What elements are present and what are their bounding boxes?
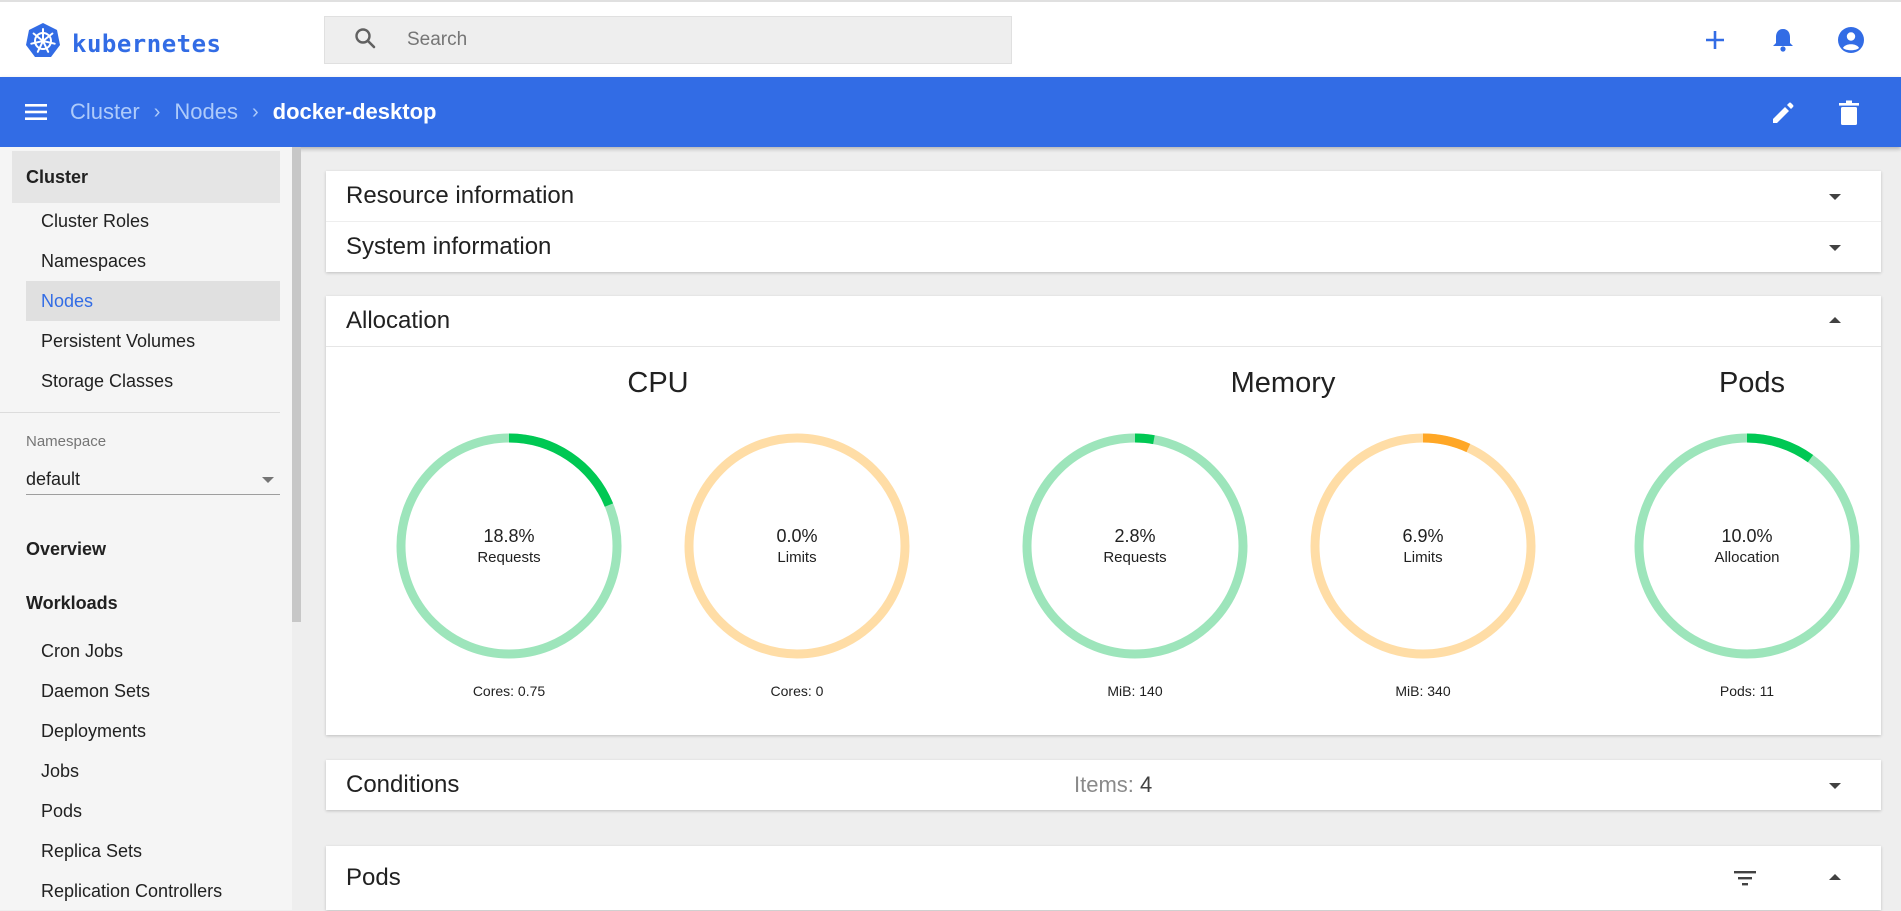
nav-actions [1769, 99, 1863, 127]
conditions-card: Conditions Items: 4 [326, 760, 1881, 810]
namespace-value: default [26, 469, 81, 489]
breadcrumb-cluster[interactable]: Cluster [70, 99, 140, 125]
conditions-items-count: Items: 4 [1074, 772, 1152, 798]
info-card: Resource information System information [326, 171, 1881, 272]
sidebar-item-storage-classes[interactable]: Storage Classes [26, 361, 280, 401]
gauge-label: Requests [477, 549, 541, 566]
sidebar-item-deployments[interactable]: Deployments [26, 711, 280, 751]
sidebar-scrollbar[interactable] [292, 147, 301, 622]
items-count-value: 4 [1140, 772, 1153, 797]
search-bar[interactable] [324, 16, 1012, 64]
sidebar-item-replication-controllers[interactable]: Replication Controllers [26, 871, 280, 911]
sidebar-item-jobs[interactable]: Jobs [26, 751, 280, 791]
items-label: Items: [1074, 772, 1134, 797]
gauge-footer: Cores: 0 [770, 683, 824, 699]
app-name: kubernetes [72, 29, 222, 58]
collapse-icon[interactable] [1829, 874, 1841, 880]
conditions-title: Conditions [346, 771, 460, 798]
gauge-percent: 0.0% [776, 526, 818, 546]
sidebar-divider [0, 412, 280, 413]
pods-group-title: Pods [1718, 367, 1786, 399]
sidebar-section-cluster[interactable]: Cluster [12, 151, 280, 203]
resource-information-title: Resource information [346, 182, 575, 209]
gauge-pods-allocation: 10.0% Allocation Pods: 11 [1632, 431, 1862, 699]
gauge-label: Limits [1403, 549, 1443, 566]
gauge-footer: Cores: 0.75 [472, 683, 546, 699]
delete-icon[interactable] [1835, 99, 1863, 127]
allocation-title: Allocation [346, 307, 451, 334]
namespace-label: Namespace [26, 433, 107, 450]
gauge-label: Allocation [1714, 549, 1780, 566]
edit-icon[interactable] [1769, 99, 1797, 127]
gauge-cpu-requests: 18.8% Requests Cores: 0.75 [394, 431, 624, 699]
sidebar-item-cluster-roles[interactable]: Cluster Roles [26, 201, 280, 241]
sidebar-item-pods[interactable]: Pods [26, 791, 280, 831]
menu-icon[interactable] [22, 98, 50, 126]
gauge-cpu-limits: 0.0% Limits Cores: 0 [682, 431, 912, 699]
cpu-group-title: CPU [627, 367, 689, 399]
allocation-body: CPU Memory Pods 18.8% Requests Cores: 0.… [326, 346, 1881, 735]
filter-icon[interactable] [1733, 867, 1757, 896]
system-information-header[interactable]: System information [326, 222, 1881, 272]
top-actions [1701, 26, 1865, 54]
account-icon[interactable] [1837, 26, 1865, 54]
search-input[interactable] [405, 28, 969, 52]
memory-group-title: Memory [1230, 367, 1336, 399]
chevron-right-icon: › [153, 100, 161, 123]
expand-icon[interactable] [1829, 245, 1841, 251]
expand-icon[interactable] [1829, 194, 1841, 200]
breadcrumb: Cluster › Nodes › docker-desktop [70, 77, 436, 147]
sidebar-item-daemon-sets[interactable]: Daemon Sets [26, 671, 280, 711]
app-logo[interactable]: kubernetes [24, 22, 222, 65]
namespace-select[interactable]: default [26, 465, 280, 495]
kubernetes-logo-icon [24, 22, 62, 65]
gauge-percent: 18.8% [483, 526, 535, 546]
pods-title: Pods [346, 864, 401, 891]
gauge-percent: 6.9% [1402, 526, 1444, 546]
sidebar-item-overview[interactable]: Overview [26, 539, 106, 560]
sidebar-item-replica-sets[interactable]: Replica Sets [26, 831, 280, 871]
top-bar: kubernetes [0, 0, 1901, 77]
collapse-icon[interactable] [1829, 317, 1841, 323]
breadcrumb-current: docker-desktop [272, 99, 437, 124]
gauge-memory-requests: 2.8% Requests MiB: 140 [1020, 431, 1250, 699]
search-icon [325, 26, 377, 55]
allocation-card: Allocation CPU Memory Pods 18.8% Request… [326, 296, 1881, 735]
gauge-percent: 10.0% [1721, 526, 1773, 546]
sidebar-item-namespaces[interactable]: Namespaces [26, 241, 280, 281]
pods-card: Pods [326, 846, 1881, 910]
gauge-memory-limits: 6.9% Limits MiB: 340 [1308, 431, 1538, 699]
system-information-title: System information [346, 233, 552, 260]
bell-icon[interactable] [1769, 26, 1797, 54]
allocation-header[interactable]: Allocation [326, 296, 1881, 346]
gauge-footer: Pods: 11 [1719, 683, 1775, 699]
gauge-percent: 2.8% [1114, 526, 1156, 546]
pods-header[interactable]: Pods [326, 846, 1881, 910]
chevron-right-icon: › [251, 100, 259, 123]
sidebar-section-workloads[interactable]: Workloads [26, 593, 118, 614]
sidebar: Cluster Cluster Roles Namespaces Nodes P… [0, 147, 292, 910]
gauge-footer: MiB: 140 [1107, 683, 1163, 699]
resource-information-header[interactable]: Resource information [326, 171, 1881, 221]
nav-bar: Cluster › Nodes › docker-desktop [0, 77, 1901, 147]
expand-icon[interactable] [1829, 783, 1841, 789]
sidebar-item-nodes[interactable]: Nodes [26, 281, 280, 321]
gauge-label: Requests [1103, 549, 1167, 566]
dropdown-arrow-icon [262, 476, 274, 483]
conditions-header[interactable]: Conditions Items: 4 [326, 760, 1881, 810]
gauge-footer: MiB: 340 [1395, 683, 1451, 699]
add-icon[interactable] [1701, 26, 1729, 54]
sidebar-item-persistent-volumes[interactable]: Persistent Volumes [26, 321, 280, 361]
breadcrumb-nodes[interactable]: Nodes [174, 99, 238, 125]
sidebar-item-cron-jobs[interactable]: Cron Jobs [26, 631, 280, 671]
gauge-label: Limits [777, 549, 817, 566]
